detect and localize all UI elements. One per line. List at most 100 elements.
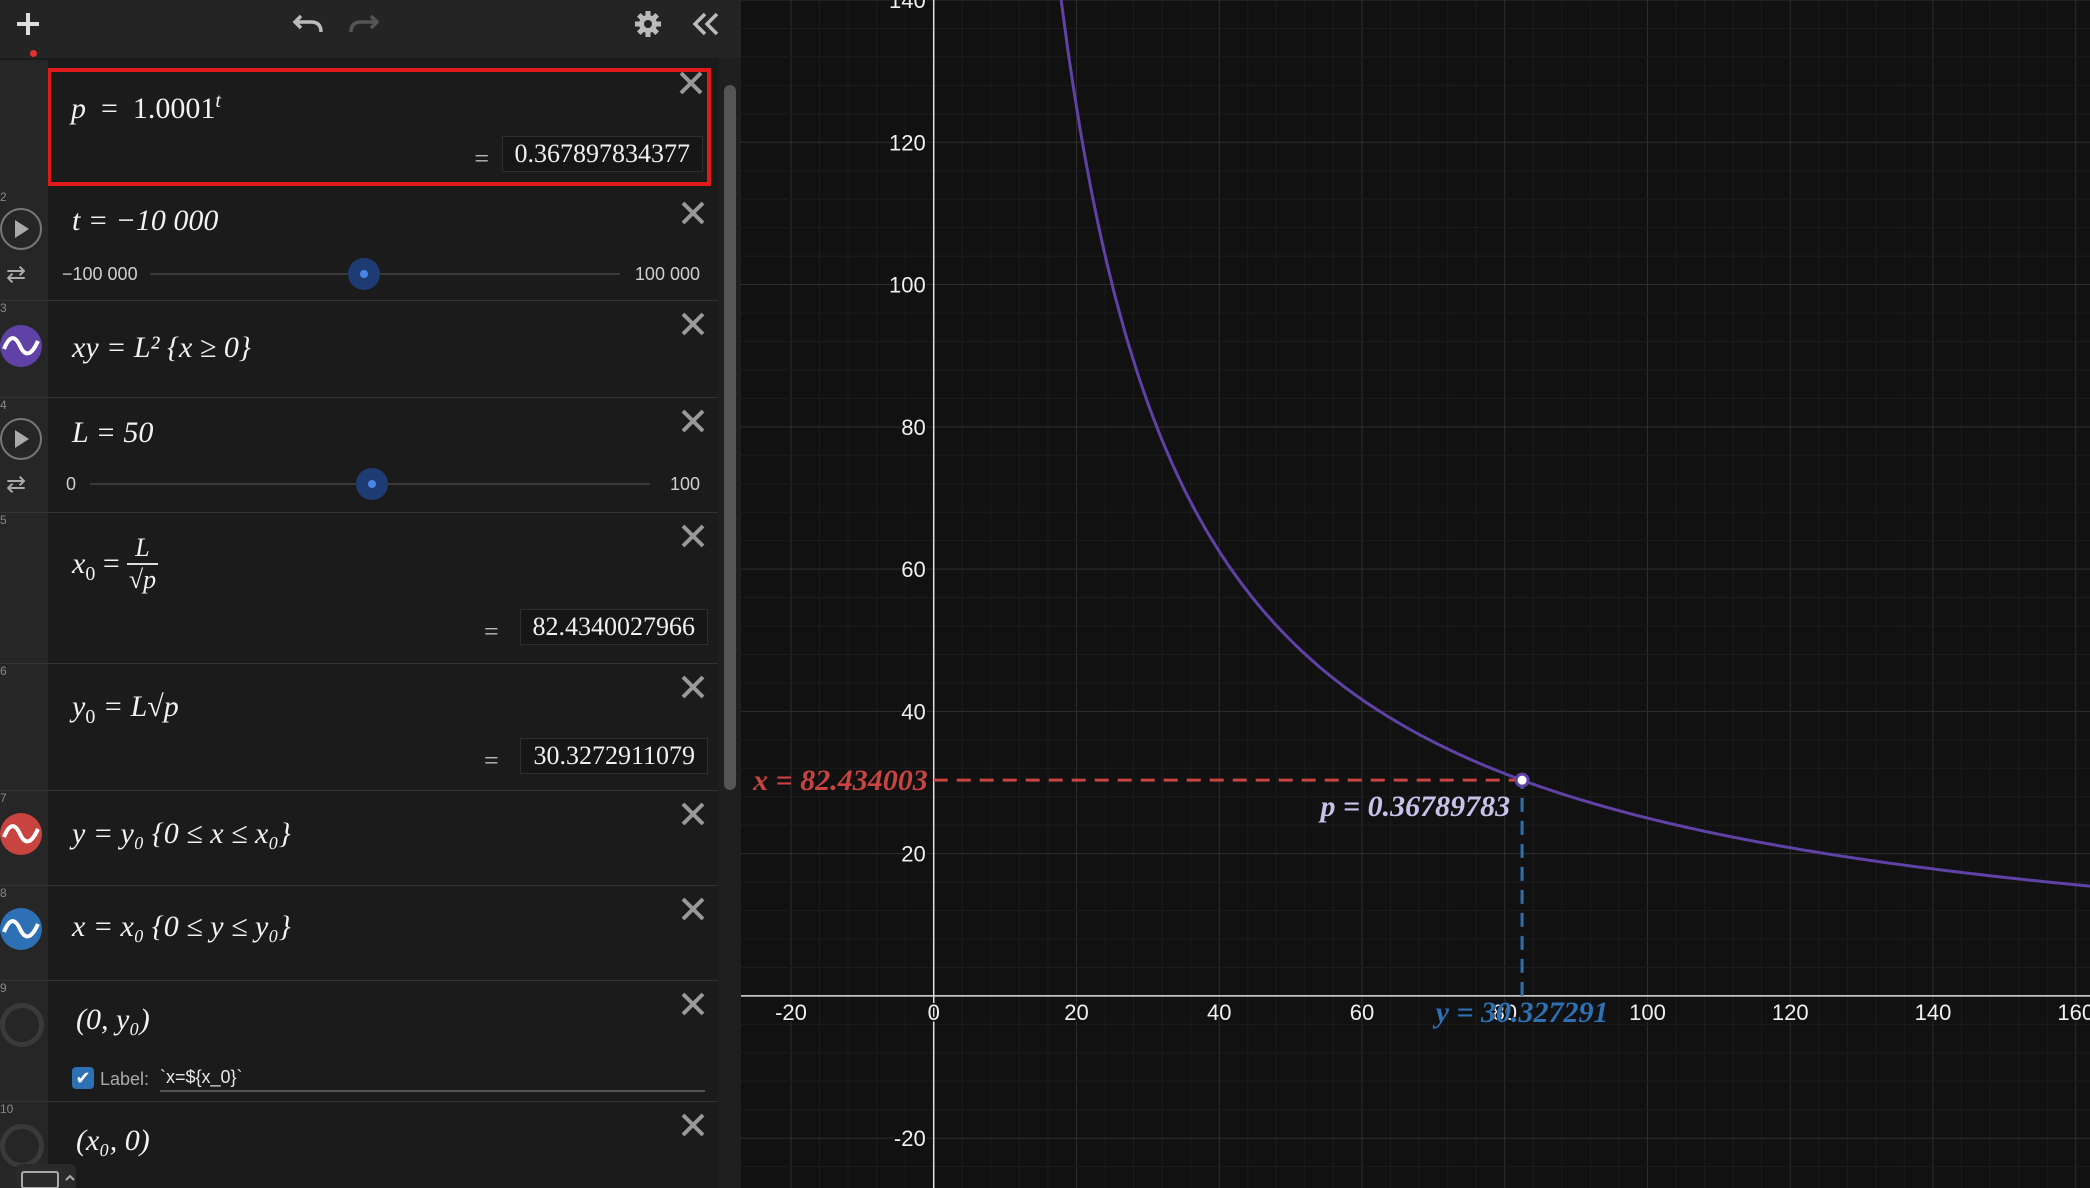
y-tick-label: 60 <box>901 557 925 582</box>
expression-1-gutter <box>0 60 48 190</box>
y-tick-label: -20 <box>894 1126 926 1151</box>
x-tick-label: -20 <box>775 1000 807 1025</box>
expression-row-8[interactable]: 8 x = x₀ {0 ≤ y ≤ y₀} <box>0 886 718 981</box>
x-tick-label: 100 <box>1629 1000 1666 1025</box>
expression-scrollbar-thumb[interactable] <box>724 85 736 790</box>
graph-color-toggle[interactable] <box>0 325 42 367</box>
play-button[interactable] <box>0 418 42 460</box>
row-number: 7 <box>0 791 7 805</box>
label-input[interactable]: `x=${x_0}` <box>160 1067 705 1092</box>
slider-max[interactable]: 100 000 <box>635 264 700 285</box>
y-tick-label: 80 <box>901 415 925 440</box>
slider-min[interactable]: −100 000 <box>62 264 138 285</box>
result-equals-sign: = <box>484 746 499 775</box>
x-tick-label: 60 <box>1350 1000 1374 1025</box>
expression-row-7[interactable]: 7 y = y₀ {0 ≤ x ≤ x₀} <box>0 791 718 886</box>
point-style-toggle[interactable] <box>0 1124 44 1168</box>
y-tick-label: 20 <box>901 842 925 867</box>
wave-icon <box>2 824 40 844</box>
plus-icon <box>17 13 39 35</box>
expression-toolbar <box>0 0 741 58</box>
x-tick-label: 120 <box>1772 1000 1809 1025</box>
graph-canvas[interactable]: -20 0 20 40 60 80 100 120 140 1601401201008060402… <box>741 0 2090 1188</box>
y-tick-label: 140 <box>889 0 926 13</box>
loop-icon[interactable]: ⇄ <box>6 260 26 289</box>
slider-max[interactable]: 100 <box>670 474 700 495</box>
intersection-point[interactable] <box>1514 772 1530 788</box>
y-tick-label: 100 <box>889 273 926 298</box>
delete-expression-1-button[interactable] <box>676 68 706 98</box>
expression-row-1[interactable]: p = 1.0001t = 0.367897834377 <box>47 68 711 186</box>
x-tick-label: 160 <box>2057 1000 2090 1025</box>
redo-button[interactable] <box>344 6 384 42</box>
slider-track[interactable] <box>150 273 620 275</box>
settings-button[interactable] <box>628 6 668 42</box>
expression-6-result: 30.3272911079 <box>520 738 708 774</box>
expression-row-2[interactable]: 2 ⇄ t = −10 000 −100 000 100 000 <box>0 190 718 301</box>
expression-row-10[interactable]: 10 (x₀, 0) <box>0 1102 718 1188</box>
add-item-button[interactable] <box>10 6 46 42</box>
delete-expression-7-button[interactable] <box>678 799 708 829</box>
unsaved-dot <box>30 50 37 57</box>
point-label-y: y = 30.327291 <box>1433 996 1609 1029</box>
x-tick-label: 40 <box>1207 1000 1231 1025</box>
result-equals-sign: = <box>474 144 489 173</box>
slider-handle[interactable] <box>348 258 380 290</box>
expression-row-9[interactable]: 9 (0, y₀) ✔ Label: `x=${x_0}` <box>0 981 718 1102</box>
delete-expression-4-button[interactable] <box>678 406 708 436</box>
graph-color-toggle[interactable] <box>0 908 42 950</box>
wave-icon <box>2 336 40 356</box>
expression-7-formula: y = y₀ {0 ≤ x ≤ x₀} <box>72 817 291 850</box>
close-icon <box>681 409 705 433</box>
expression-row-4[interactable]: 4 ⇄ L = 50 0 100 <box>0 398 718 513</box>
delete-expression-9-button[interactable] <box>678 989 708 1019</box>
point-style-toggle[interactable] <box>0 1003 44 1047</box>
expression-1-formula: p = 1.0001t <box>71 90 221 125</box>
delete-expression-3-button[interactable] <box>678 309 708 339</box>
delete-expression-6-button[interactable] <box>678 672 708 702</box>
collapse-panel-button[interactable] <box>686 6 726 42</box>
expression-4-formula: L = 50 <box>72 416 154 449</box>
expression-8-formula: x = x₀ {0 ≤ y ≤ y₀} <box>72 910 291 943</box>
label-checkbox[interactable]: ✔ <box>72 1067 94 1089</box>
graph-color-toggle[interactable] <box>0 813 42 855</box>
slider-handle[interactable] <box>356 468 388 500</box>
row-number: 8 <box>0 886 7 900</box>
close-icon <box>681 802 705 826</box>
slider-min[interactable]: 0 <box>66 474 76 495</box>
expression-row-3[interactable]: 3 xy = L² {x ≥ 0} <box>0 301 718 398</box>
row-number: 2 <box>0 190 7 204</box>
wave-icon <box>2 919 40 939</box>
redo-icon <box>349 14 380 33</box>
row-number: 6 <box>0 664 7 678</box>
y-tick-label: 120 <box>889 130 926 155</box>
hyperbola-curve[interactable] <box>1059 0 2090 888</box>
row-number: 9 <box>0 981 7 995</box>
expression-2-formula: t = −10 000 <box>72 204 219 237</box>
expression-row-5[interactable]: 5 x0 = L √p = 82.4340027966 <box>0 513 718 664</box>
close-icon <box>681 897 705 921</box>
result-equals-sign: = <box>484 617 499 646</box>
expression-5-gutter <box>0 513 48 663</box>
graph-tick-labels: -20 0 20 40 60 80 100 120 140 1601401201008060402… <box>774 0 2090 1153</box>
delete-expression-8-button[interactable] <box>678 894 708 924</box>
expression-1-result: 0.367897834377 <box>501 136 703 172</box>
expression-6-formula: y0 = L√p <box>72 690 179 728</box>
delete-expression-2-button[interactable] <box>678 198 708 228</box>
point-label-x: x = 82.434003 <box>752 764 928 797</box>
close-icon <box>681 201 705 225</box>
delete-expression-10-button[interactable] <box>678 1110 708 1140</box>
x-tick-label: 20 <box>1064 1000 1088 1025</box>
keyboard-icon <box>21 1171 75 1188</box>
row-number: 4 <box>0 398 7 412</box>
play-button[interactable] <box>0 208 42 250</box>
expression-6-gutter <box>0 664 48 790</box>
delete-expression-5-button[interactable] <box>678 521 708 551</box>
graph-axes <box>741 0 2090 1188</box>
y-tick-label: 40 <box>901 699 925 724</box>
undo-button[interactable] <box>288 6 328 42</box>
label-checkbox-text: Label: <box>100 1069 150 1089</box>
loop-icon[interactable]: ⇄ <box>6 470 26 499</box>
expression-row-6[interactable]: 6 y0 = L√p = 30.3272911079 <box>0 664 718 791</box>
keyboard-button[interactable] <box>16 1164 76 1188</box>
